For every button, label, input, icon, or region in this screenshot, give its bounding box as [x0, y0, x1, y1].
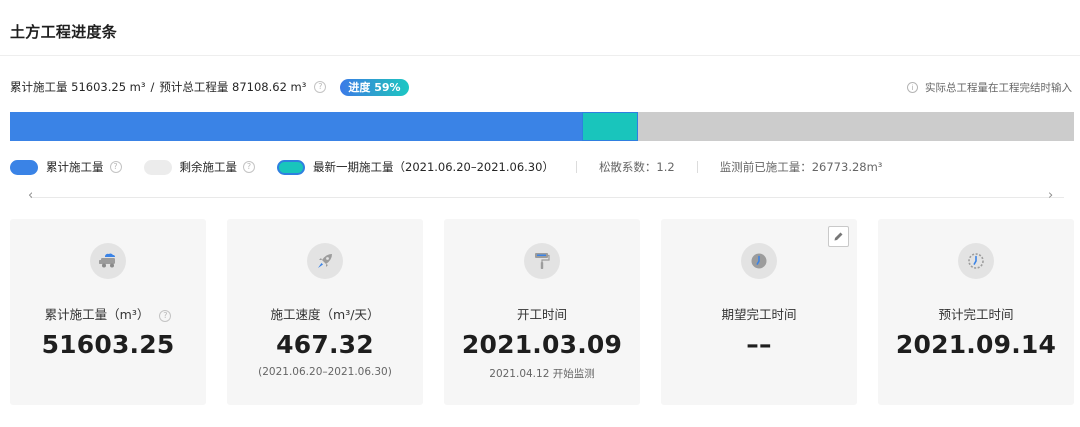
title-divider [0, 55, 1080, 56]
clock-icon [741, 243, 777, 279]
legend-item-remaining: 剩余施工量 ? [143, 159, 255, 175]
card-value: 2021.03.09 [461, 330, 623, 359]
card-label: 施工速度（m³/天） [270, 307, 380, 322]
total-volume-note: i 实际总工程量在工程完结时输入 [907, 80, 1072, 95]
progress-bar [10, 112, 1074, 141]
stat-card-expected-completion: 期望完工时间 –– [661, 219, 857, 405]
help-icon[interactable]: ? [159, 310, 172, 322]
card-value: 2021.09.14 [895, 330, 1057, 359]
card-label: 开工时间 [516, 307, 567, 322]
pencil-icon [834, 232, 843, 241]
card-value: 467.32 [276, 330, 374, 359]
cumulative-volume-text: 累计施工量 51603.25 m³ [10, 80, 146, 94]
latest-swatch [277, 159, 305, 175]
total-volume-text: 预计总工程量 87108.62 m³ [159, 80, 307, 94]
stat-card-estimated-completion: 预计完工时间 2021.09.14 [878, 219, 1074, 405]
card-subtext: 2021.04.12 开始监测 [489, 368, 595, 380]
legend-remaining-label: 剩余施工量 [179, 160, 238, 174]
card-value: 51603.25 [41, 330, 175, 359]
card-value: –– [746, 330, 772, 359]
loose-coefficient: 松散系数：1.2 [598, 160, 675, 174]
latest-period-bar-segment [582, 112, 638, 141]
legend: 累计施工量 ? 剩余施工量 ? 最新一期施工量（2021.06.20–2021.… [10, 158, 882, 176]
stat-card-start-date: 开工时间 2021.03.09 2021.04.12 开始监测 [444, 219, 640, 405]
edit-button[interactable] [828, 226, 849, 247]
stat-card-cumulative-volume: 累计施工量（m³）? 51603.25 [10, 219, 206, 405]
progress-summary: 累计施工量 51603.25 m³ / 预计总工程量 87108.62 m³ ?… [10, 78, 409, 96]
card-label: 期望完工时间 [721, 307, 797, 322]
legend-latest-label: 最新一期施工量（2021.06.20–2021.06.30） [313, 160, 554, 174]
chevron-left-icon[interactable]: ‹ [28, 188, 33, 203]
progress-badge: 进度 59% [340, 78, 409, 96]
help-icon[interactable]: ? [314, 81, 327, 93]
cumulative-bar-segment [10, 112, 638, 141]
note-text: 实际总工程量在工程完结时输入 [925, 82, 1072, 94]
remaining-swatch [143, 159, 172, 175]
legend-item-latest: 最新一期施工量（2021.06.20–2021.06.30） [277, 159, 554, 175]
card-label-text: 累计施工量（m³） [44, 307, 150, 322]
card-label: 预计完工时间 [938, 307, 1014, 322]
chevron-right-icon[interactable]: › [1048, 188, 1053, 203]
legend-divider [575, 161, 577, 173]
rocket-icon [307, 243, 343, 279]
truck-icon [90, 243, 126, 279]
info-icon: i [907, 82, 918, 93]
summary-separator: / [150, 80, 155, 94]
card-label: 累计施工量（m³）? [10, 304, 206, 323]
pre-monitoring-volume: 监测前已施工量：26773.28m³ [719, 160, 883, 174]
cumulative-swatch [10, 159, 38, 175]
legend-divider [696, 161, 698, 173]
legend-item-cumulative: 累计施工量 ? [10, 159, 122, 175]
help-icon[interactable]: ? [243, 161, 255, 173]
card-subtext: (2021.06.20–2021.06.30) [258, 366, 392, 378]
help-icon[interactable]: ? [109, 161, 122, 173]
paint-roller-icon [524, 243, 560, 279]
stat-card-construction-speed: 施工速度（m³/天） 467.32 (2021.06.20–2021.06.30… [227, 219, 423, 405]
carousel-track-line [30, 197, 1064, 198]
clock-dashed-icon [958, 243, 994, 279]
legend-cumulative-label: 累计施工量 [46, 160, 104, 174]
page-title: 土方工程进度条 [10, 23, 118, 41]
